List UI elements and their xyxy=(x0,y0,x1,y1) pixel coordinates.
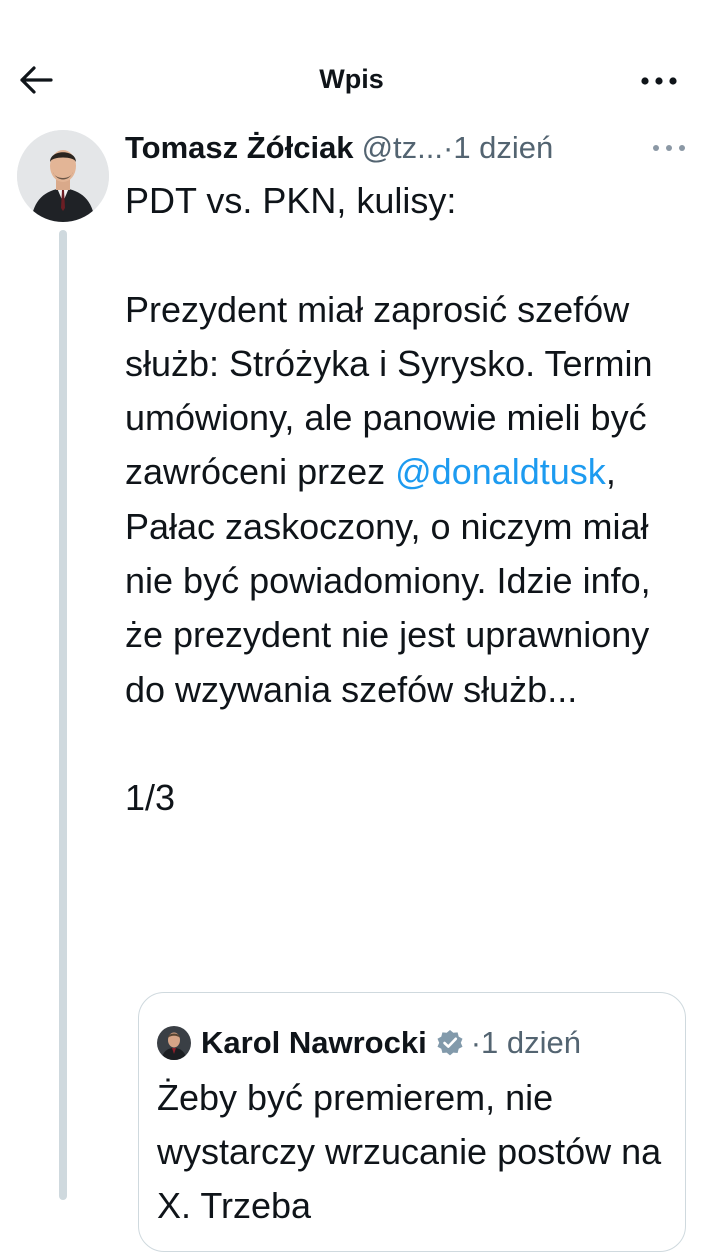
tweet-timestamp[interactable]: 1 dzień xyxy=(453,130,553,165)
tweet-text: PDT vs. PKN, kulisy: Prezydent miał zapr… xyxy=(125,174,695,826)
author-name[interactable]: Tomasz Żółciak xyxy=(125,130,354,165)
mention-link[interactable]: @donaldtusk xyxy=(395,451,606,492)
verified-badge-icon xyxy=(435,1028,465,1058)
more-horizontal-icon xyxy=(641,77,677,85)
thread-line xyxy=(59,230,67,1200)
quoted-time-separator: · xyxy=(470,1025,482,1060)
tweet-text-line1: PDT vs. PKN, kulisy: xyxy=(125,180,457,221)
time-separator: · xyxy=(442,130,454,165)
paragraph-break xyxy=(125,228,695,282)
paragraph-break xyxy=(125,717,695,771)
quoted-tweet-header: Karol Nawrocki · 1 dzień xyxy=(157,1023,581,1063)
tweet-header: Tomasz Żółciak @tz...·1 dzień xyxy=(125,126,690,170)
tweet-more-button[interactable] xyxy=(649,138,689,158)
more-horizontal-icon xyxy=(653,145,685,151)
author-avatar[interactable] xyxy=(17,130,109,222)
quoted-author-avatar xyxy=(157,1026,191,1060)
page-title: Wpis xyxy=(319,64,384,94)
quoted-tweet-text: Żeby być premierem, nie wystarczy wrzuca… xyxy=(157,1077,662,1226)
quoted-tweet-timestamp: 1 dzień xyxy=(481,1025,581,1060)
tweet-text-paragraph: Prezydent miał zaprosić szefów służb: St… xyxy=(125,283,695,717)
quoted-author-name: Karol Nawrocki xyxy=(201,1025,427,1060)
quoted-tweet-card[interactable]: Karol Nawrocki · 1 dzień Żeby być premier… xyxy=(138,992,686,1252)
thread-counter: 1/3 xyxy=(125,777,176,819)
author-handle[interactable]: @tz... xyxy=(362,130,443,165)
more-options-button[interactable] xyxy=(637,66,681,96)
top-bar: Wpis xyxy=(0,40,703,118)
